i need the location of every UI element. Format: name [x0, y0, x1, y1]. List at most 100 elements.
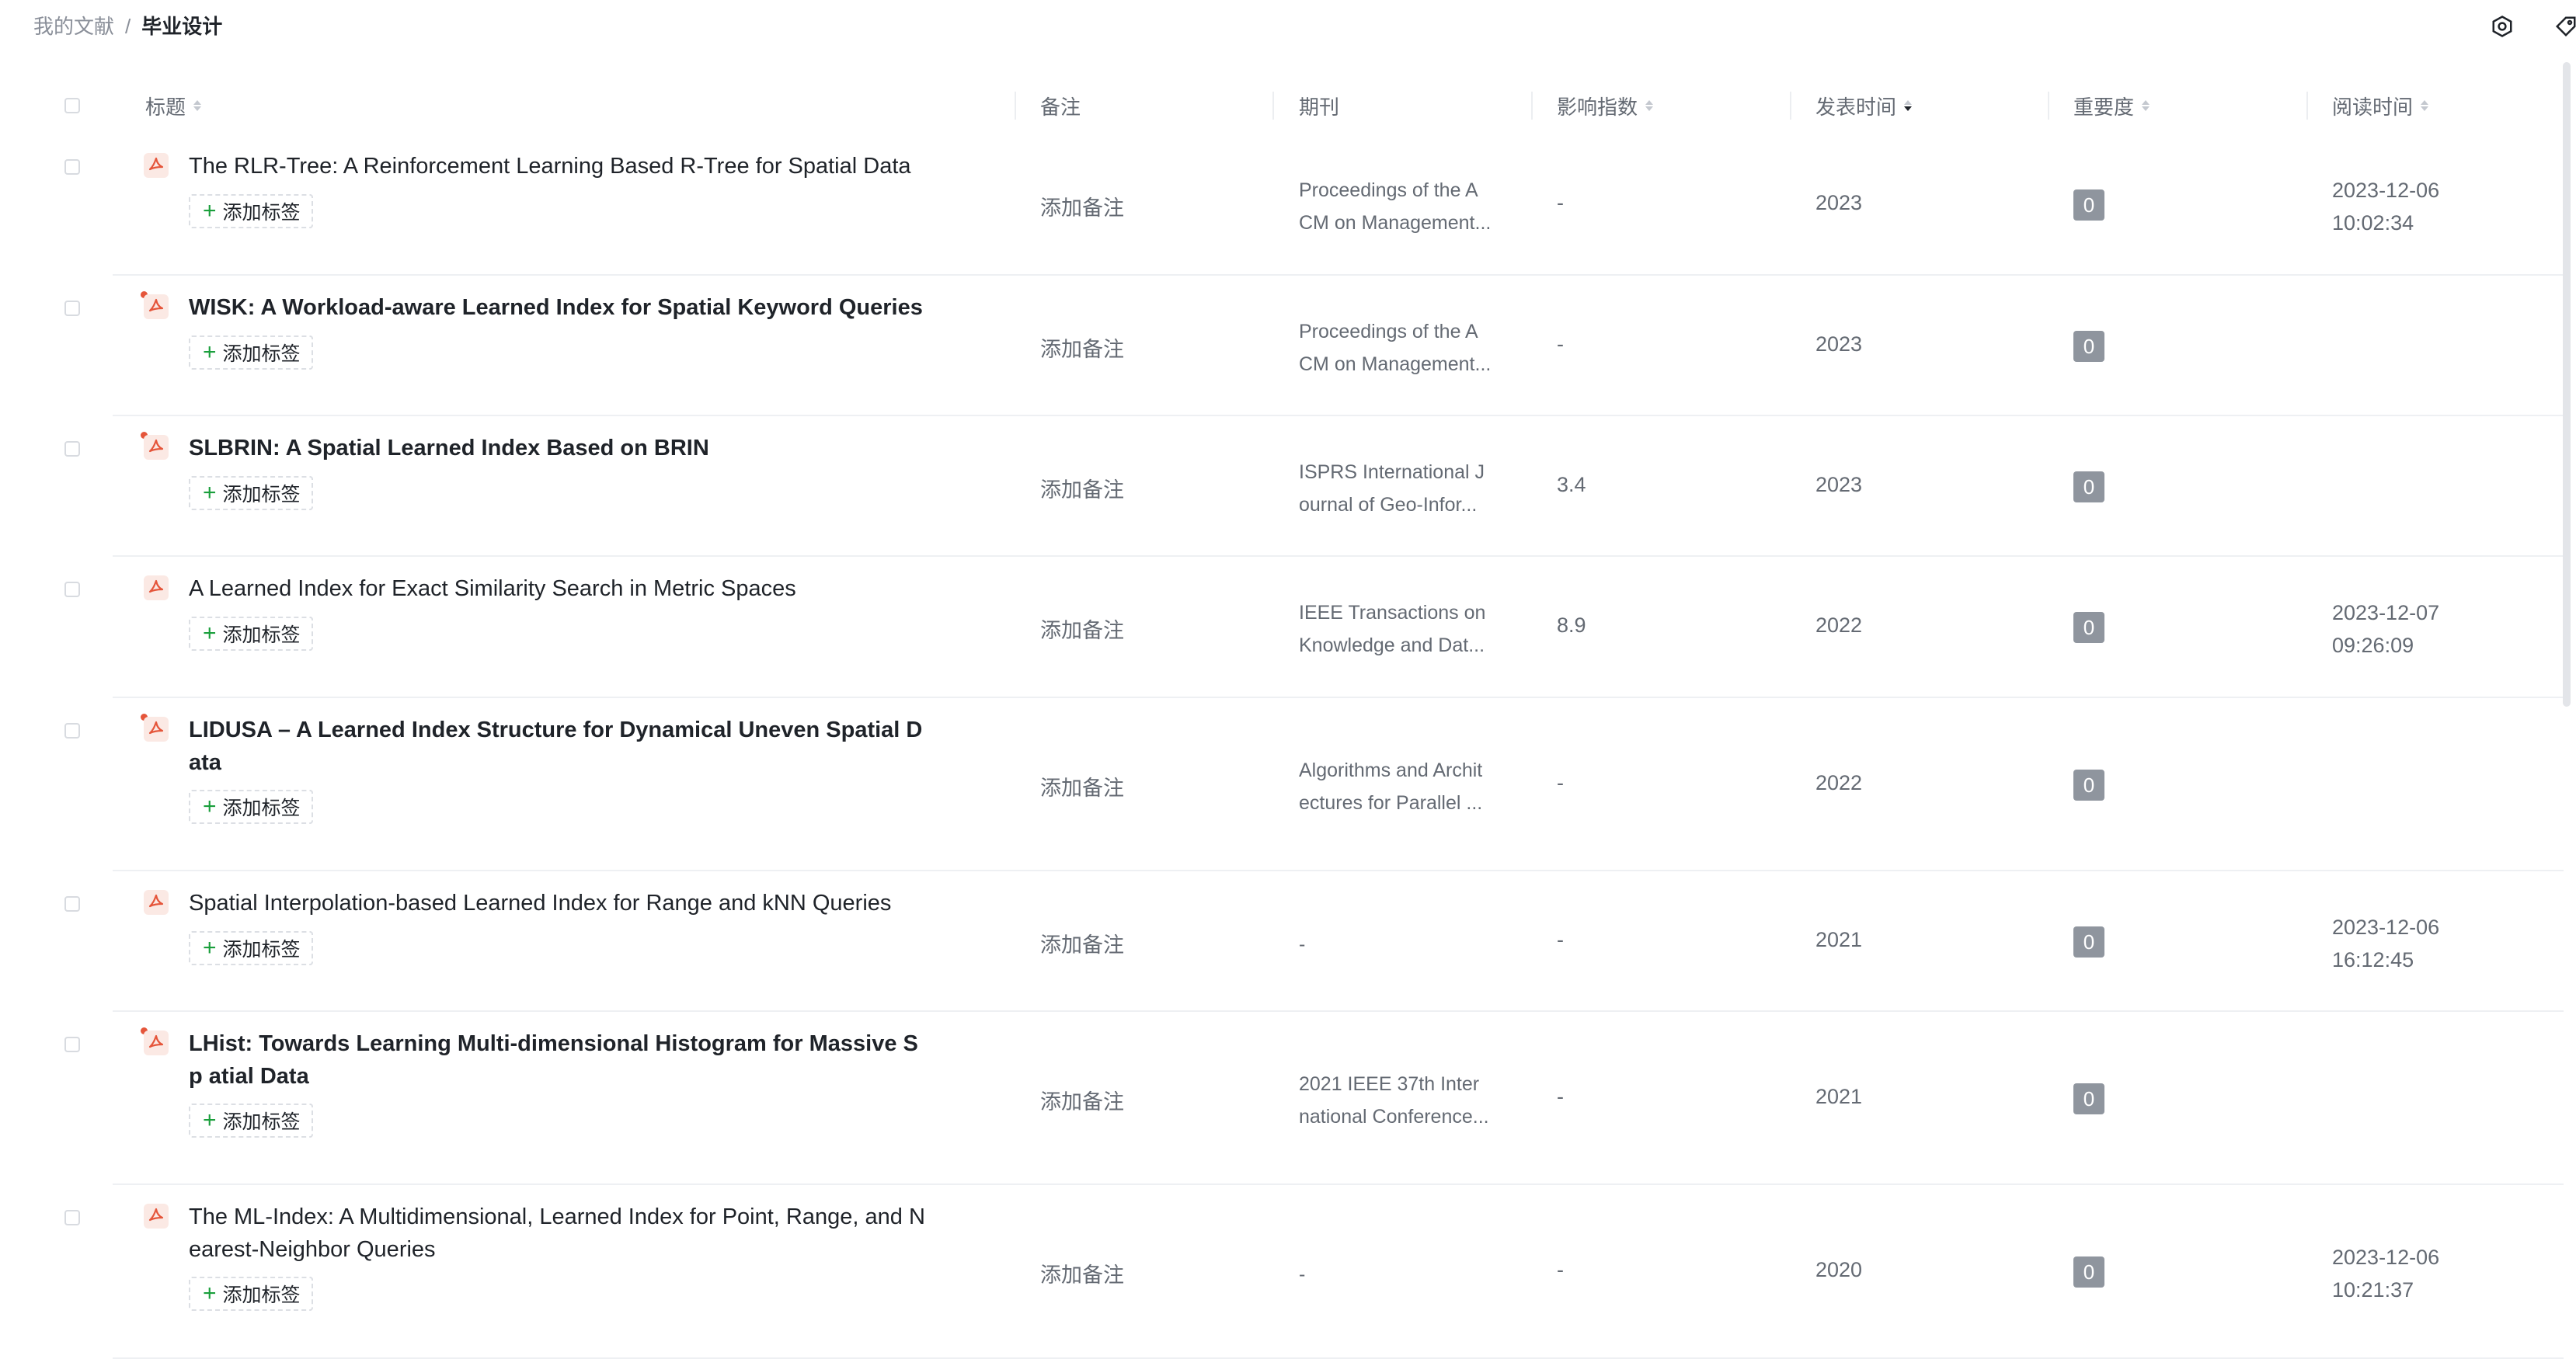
- select-all-checkbox[interactable]: [64, 98, 80, 113]
- table-row[interactable]: The RLR-Tree: A Reinforcement Learning B…: [0, 134, 2564, 276]
- pdf-file[interactable]: [141, 1201, 172, 1232]
- column-header-title[interactable]: 标题: [145, 78, 202, 134]
- add-note-link[interactable]: 添加备注: [1040, 332, 1124, 363]
- journal-line: Proceedings of the A: [1299, 321, 1478, 342]
- table-row[interactable]: SLBRIN: A Spatial Learned Index Based on…: [0, 416, 2564, 557]
- add-tag-label: 添加标签: [222, 1111, 301, 1133]
- table-row[interactable]: Spatial Interpolation-based Learned Inde…: [0, 871, 2564, 1012]
- row-checkbox[interactable]: [64, 1037, 80, 1052]
- journal-cell: 2021 IEEE 37th Inter national Conference.…: [1299, 1068, 1516, 1133]
- pdf-file[interactable]: [141, 291, 172, 322]
- add-tag-button[interactable]: + 添加标签: [189, 1277, 313, 1311]
- sort-icon[interactable]: [1645, 100, 1654, 111]
- table-row[interactable]: A Learned Index for Exact Similarity Sea…: [0, 557, 2564, 698]
- column-header-read-time[interactable]: 阅读时间: [2332, 78, 2429, 134]
- sort-icon[interactable]: [2421, 100, 2429, 111]
- importance-badge[interactable]: 0: [2073, 1256, 2104, 1288]
- pdf-icon: [144, 717, 169, 742]
- add-note-link[interactable]: 添加备注: [1040, 771, 1124, 801]
- row-checkbox[interactable]: [64, 723, 80, 739]
- row-checkbox[interactable]: [64, 159, 80, 175]
- add-tag-button[interactable]: + 添加标签: [189, 790, 313, 824]
- table-row[interactable]: WISK: A Workload-aware Learned Index for…: [0, 276, 2564, 416]
- read-time-line: 2023-12-06: [2332, 1246, 2440, 1269]
- sort-icon[interactable]: [2142, 100, 2150, 111]
- sort-desc-icon[interactable]: [1904, 100, 1913, 111]
- journal-line: CM on Management...: [1299, 212, 1492, 234]
- sort-icon[interactable]: [193, 100, 202, 111]
- column-header-published[interactable]: 发表时间: [1815, 78, 1913, 134]
- importance-badge[interactable]: 0: [2073, 331, 2104, 362]
- row-checkbox[interactable]: [64, 301, 80, 316]
- paper-title[interactable]: LIDUSA – A Learned Index Structure for D…: [189, 714, 927, 779]
- row-checkbox[interactable]: [64, 441, 80, 457]
- impact-value: -: [1557, 332, 1564, 356]
- add-note-link[interactable]: 添加备注: [1040, 1258, 1124, 1288]
- row-checkbox[interactable]: [64, 582, 80, 597]
- add-note-link[interactable]: 添加备注: [1040, 613, 1124, 644]
- table-header: 标题 备注 期刊 影响指数 发表时间 重要度 阅读时间: [0, 78, 2564, 134]
- paper-title[interactable]: A Learned Index for Exact Similarity Sea…: [189, 572, 927, 605]
- read-time-line: 2023-12-06: [2332, 916, 2440, 939]
- publish-year: 2021: [1815, 928, 1863, 951]
- read-time-line: 2023-12-07: [2332, 601, 2440, 624]
- importance-badge[interactable]: 0: [2073, 612, 2104, 643]
- importance-badge[interactable]: 0: [2073, 926, 2104, 958]
- journal-cell: Proceedings of the A CM on Management...: [1299, 174, 1516, 239]
- column-divider[interactable]: [1272, 92, 1274, 120]
- tag-icon[interactable]: [2550, 11, 2576, 42]
- add-tag-button[interactable]: + 添加标签: [189, 617, 313, 651]
- table-row[interactable]: LHist: Towards Learning Multi-dimensiona…: [0, 1012, 2564, 1185]
- journal-line: 2021 IEEE 37th Inter: [1299, 1073, 1480, 1095]
- add-note-link[interactable]: 添加备注: [1040, 1085, 1124, 1115]
- importance-badge[interactable]: 0: [2073, 189, 2104, 221]
- paper-title[interactable]: LHist: Towards Learning Multi-dimensiona…: [189, 1027, 927, 1093]
- column-header-importance[interactable]: 重要度: [2073, 78, 2150, 134]
- add-tag-button[interactable]: + 添加标签: [189, 335, 313, 370]
- row-checkbox[interactable]: [64, 1210, 80, 1225]
- settings-icon[interactable]: [2487, 11, 2518, 42]
- journal-cell: ISPRS International J ournal of Geo-Infor…: [1299, 456, 1516, 521]
- read-time-line: 16:12:45: [2332, 948, 2414, 971]
- journal-line: -: [1299, 1263, 1306, 1285]
- importance-badge[interactable]: 0: [2073, 471, 2104, 502]
- add-tag-button[interactable]: + 添加标签: [189, 194, 313, 228]
- pdf-file[interactable]: [141, 1027, 172, 1058]
- journal-line: CM on Management...: [1299, 353, 1492, 375]
- table-row[interactable]: The ML-Index: A Multidimensional, Learne…: [0, 1185, 2564, 1359]
- breadcrumb-parent[interactable]: 我的文献: [33, 15, 114, 38]
- column-divider[interactable]: [2306, 92, 2308, 120]
- column-divider[interactable]: [2048, 92, 2049, 120]
- impact-value: -: [1557, 191, 1564, 214]
- pdf-file[interactable]: [141, 432, 172, 463]
- add-tag-button[interactable]: + 添加标签: [189, 476, 313, 510]
- importance-badge[interactable]: 0: [2073, 770, 2104, 801]
- journal-line: Knowledge and Dat...: [1299, 634, 1485, 656]
- table-row[interactable]: LIDUSA – A Learned Index Structure for D…: [0, 698, 2564, 871]
- column-divider[interactable]: [1790, 92, 1791, 120]
- journal-line: ournal of Geo-Infor...: [1299, 494, 1478, 516]
- pdf-file[interactable]: [141, 572, 172, 603]
- paper-title[interactable]: SLBRIN: A Spatial Learned Index Based on…: [189, 432, 927, 464]
- paper-title[interactable]: The ML-Index: A Multidimensional, Learne…: [189, 1201, 927, 1266]
- importance-badge[interactable]: 0: [2073, 1083, 2104, 1114]
- pdf-file[interactable]: [141, 714, 172, 745]
- add-tag-button[interactable]: + 添加标签: [189, 931, 313, 965]
- paper-title[interactable]: WISK: A Workload-aware Learned Index for…: [189, 291, 927, 324]
- row-checkbox[interactable]: [64, 896, 80, 912]
- column-title-label: 标题: [145, 95, 186, 119]
- pdf-file[interactable]: [141, 887, 172, 918]
- add-note-link[interactable]: 添加备注: [1040, 928, 1124, 958]
- journal-cell: Proceedings of the A CM on Management...: [1299, 315, 1516, 381]
- add-note-link[interactable]: 添加备注: [1040, 191, 1124, 221]
- column-divider[interactable]: [1015, 92, 1016, 120]
- pdf-file[interactable]: [141, 150, 172, 181]
- journal-line: ectures for Parallel ...: [1299, 792, 1483, 814]
- column-divider[interactable]: [1531, 92, 1533, 120]
- paper-title[interactable]: The RLR-Tree: A Reinforcement Learning B…: [189, 150, 927, 182]
- column-header-impact[interactable]: 影响指数: [1557, 78, 1654, 134]
- vertical-scrollbar[interactable]: [2563, 62, 2571, 707]
- add-tag-button[interactable]: + 添加标签: [189, 1104, 313, 1138]
- add-note-link[interactable]: 添加备注: [1040, 473, 1124, 503]
- paper-title[interactable]: Spatial Interpolation-based Learned Inde…: [189, 887, 927, 919]
